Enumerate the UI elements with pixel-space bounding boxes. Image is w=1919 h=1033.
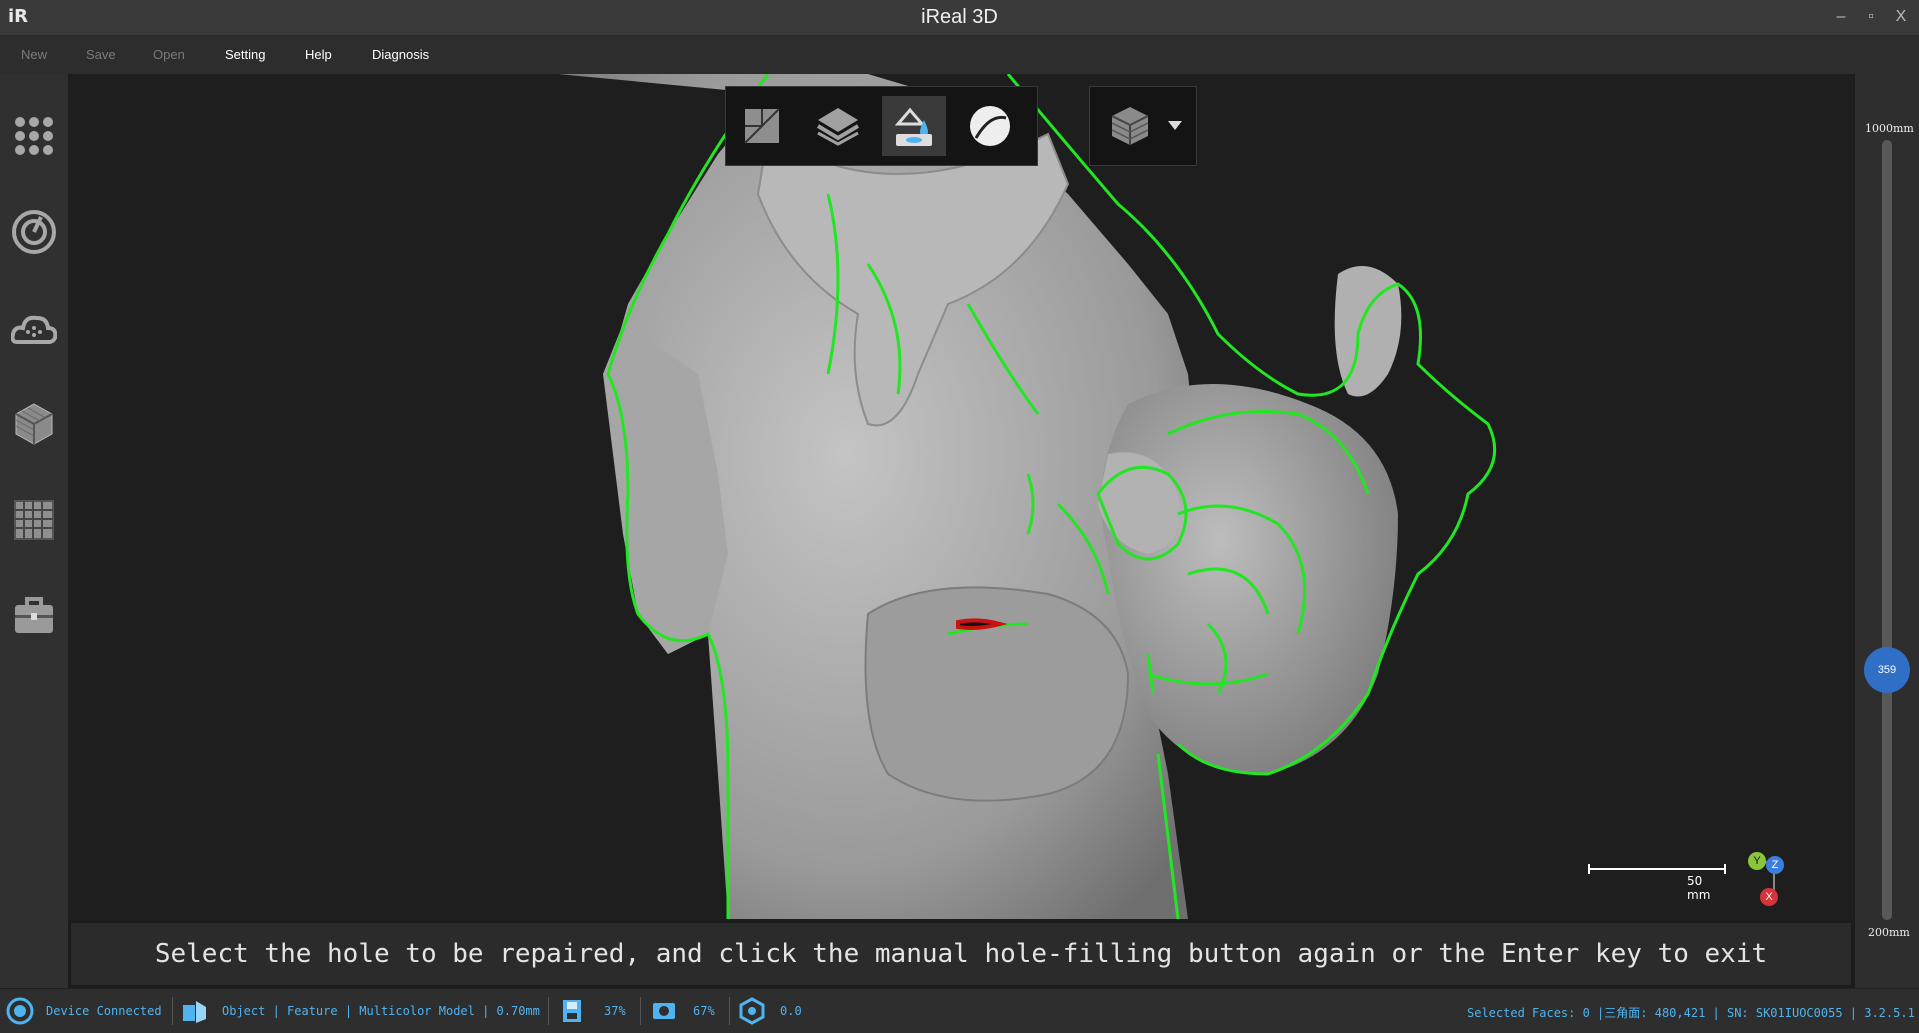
depth-slider-knob[interactable]: 359 bbox=[1864, 646, 1910, 693]
scale-bar-label: 50 mm bbox=[1687, 874, 1711, 902]
selected-hole[interactable] bbox=[956, 618, 1008, 630]
status-separator bbox=[729, 997, 730, 1025]
capture-icon bbox=[653, 1003, 675, 1019]
mesh-cube-icon[interactable] bbox=[10, 400, 58, 448]
menu-bar: New Save Open Setting Help Diagnosis bbox=[0, 36, 1919, 74]
layered-cube-icon[interactable] bbox=[1098, 96, 1162, 156]
left-sidebar bbox=[0, 74, 68, 988]
menu-save[interactable]: Save bbox=[86, 47, 116, 62]
menu-setting[interactable]: Setting bbox=[225, 47, 265, 62]
grid-table-icon[interactable] bbox=[10, 496, 58, 544]
3d-viewport[interactable] bbox=[68, 74, 1854, 919]
title-bar: iR iReal 3D – ▫ X bbox=[0, 0, 1919, 36]
menu-new[interactable]: New bbox=[21, 47, 47, 62]
slider-min-label: 200mm bbox=[1868, 926, 1910, 939]
device-status-icon bbox=[6, 997, 34, 1025]
storage-icon bbox=[563, 1000, 581, 1022]
device-status-text: Device Connected bbox=[46, 1004, 162, 1018]
dots-grid-icon[interactable] bbox=[10, 112, 58, 160]
restore-button[interactable]: ▫ bbox=[1860, 6, 1882, 28]
status-bar: Device Connected Object | Feature | Mult… bbox=[0, 988, 1919, 1033]
cloud-points-icon[interactable] bbox=[10, 304, 58, 352]
view-toolbar bbox=[1089, 86, 1197, 166]
toolbox-icon[interactable] bbox=[10, 592, 58, 640]
face-count-text: Selected Faces: 0 |三角面: 480,421 | SN: SK… bbox=[1467, 1006, 1915, 1020]
storage-percent: 37% bbox=[604, 1004, 626, 1018]
scanned-model[interactable] bbox=[68, 74, 1854, 919]
axis-gizmo: Y Z X bbox=[1740, 850, 1800, 910]
minimize-button[interactable]: – bbox=[1830, 6, 1852, 28]
rotation-value: 0.0 bbox=[780, 1004, 802, 1018]
rotation-icon bbox=[739, 997, 765, 1025]
status-separator bbox=[640, 997, 641, 1025]
layers-icon[interactable] bbox=[806, 96, 870, 156]
instruction-hint: Select the hole to be repaired, and clic… bbox=[71, 923, 1851, 985]
slider-max-label: 1000mm bbox=[1865, 122, 1914, 135]
menu-open[interactable]: Open bbox=[153, 47, 185, 62]
axis-z-label: Z bbox=[1766, 856, 1784, 874]
scan-target-icon[interactable] bbox=[10, 208, 58, 256]
chevron-down-icon[interactable] bbox=[1168, 121, 1182, 130]
mesh-edit-icon[interactable] bbox=[730, 96, 794, 156]
status-separator bbox=[548, 997, 549, 1025]
scale-bar: 50 mm bbox=[1587, 860, 1727, 902]
repair-toolbar bbox=[725, 86, 1038, 166]
axis-x-label: X bbox=[1760, 888, 1778, 906]
smooth-sphere-icon[interactable] bbox=[958, 96, 1022, 156]
menu-diagnosis[interactable]: Diagnosis bbox=[372, 47, 429, 62]
status-separator bbox=[172, 997, 173, 1025]
object-mode-icon bbox=[183, 1001, 206, 1023]
menu-help[interactable]: Help bbox=[305, 47, 332, 62]
close-button[interactable]: X bbox=[1890, 6, 1912, 28]
hole-fill-icon[interactable] bbox=[882, 96, 946, 156]
scan-mode-text: Object | Feature | Multicolor Model | 0.… bbox=[222, 1004, 540, 1018]
axis-y-label: Y bbox=[1748, 852, 1766, 870]
depth-slider-track[interactable] bbox=[1882, 140, 1892, 920]
capture-percent: 67% bbox=[693, 1004, 715, 1018]
window-title: iReal 3D bbox=[921, 6, 998, 28]
